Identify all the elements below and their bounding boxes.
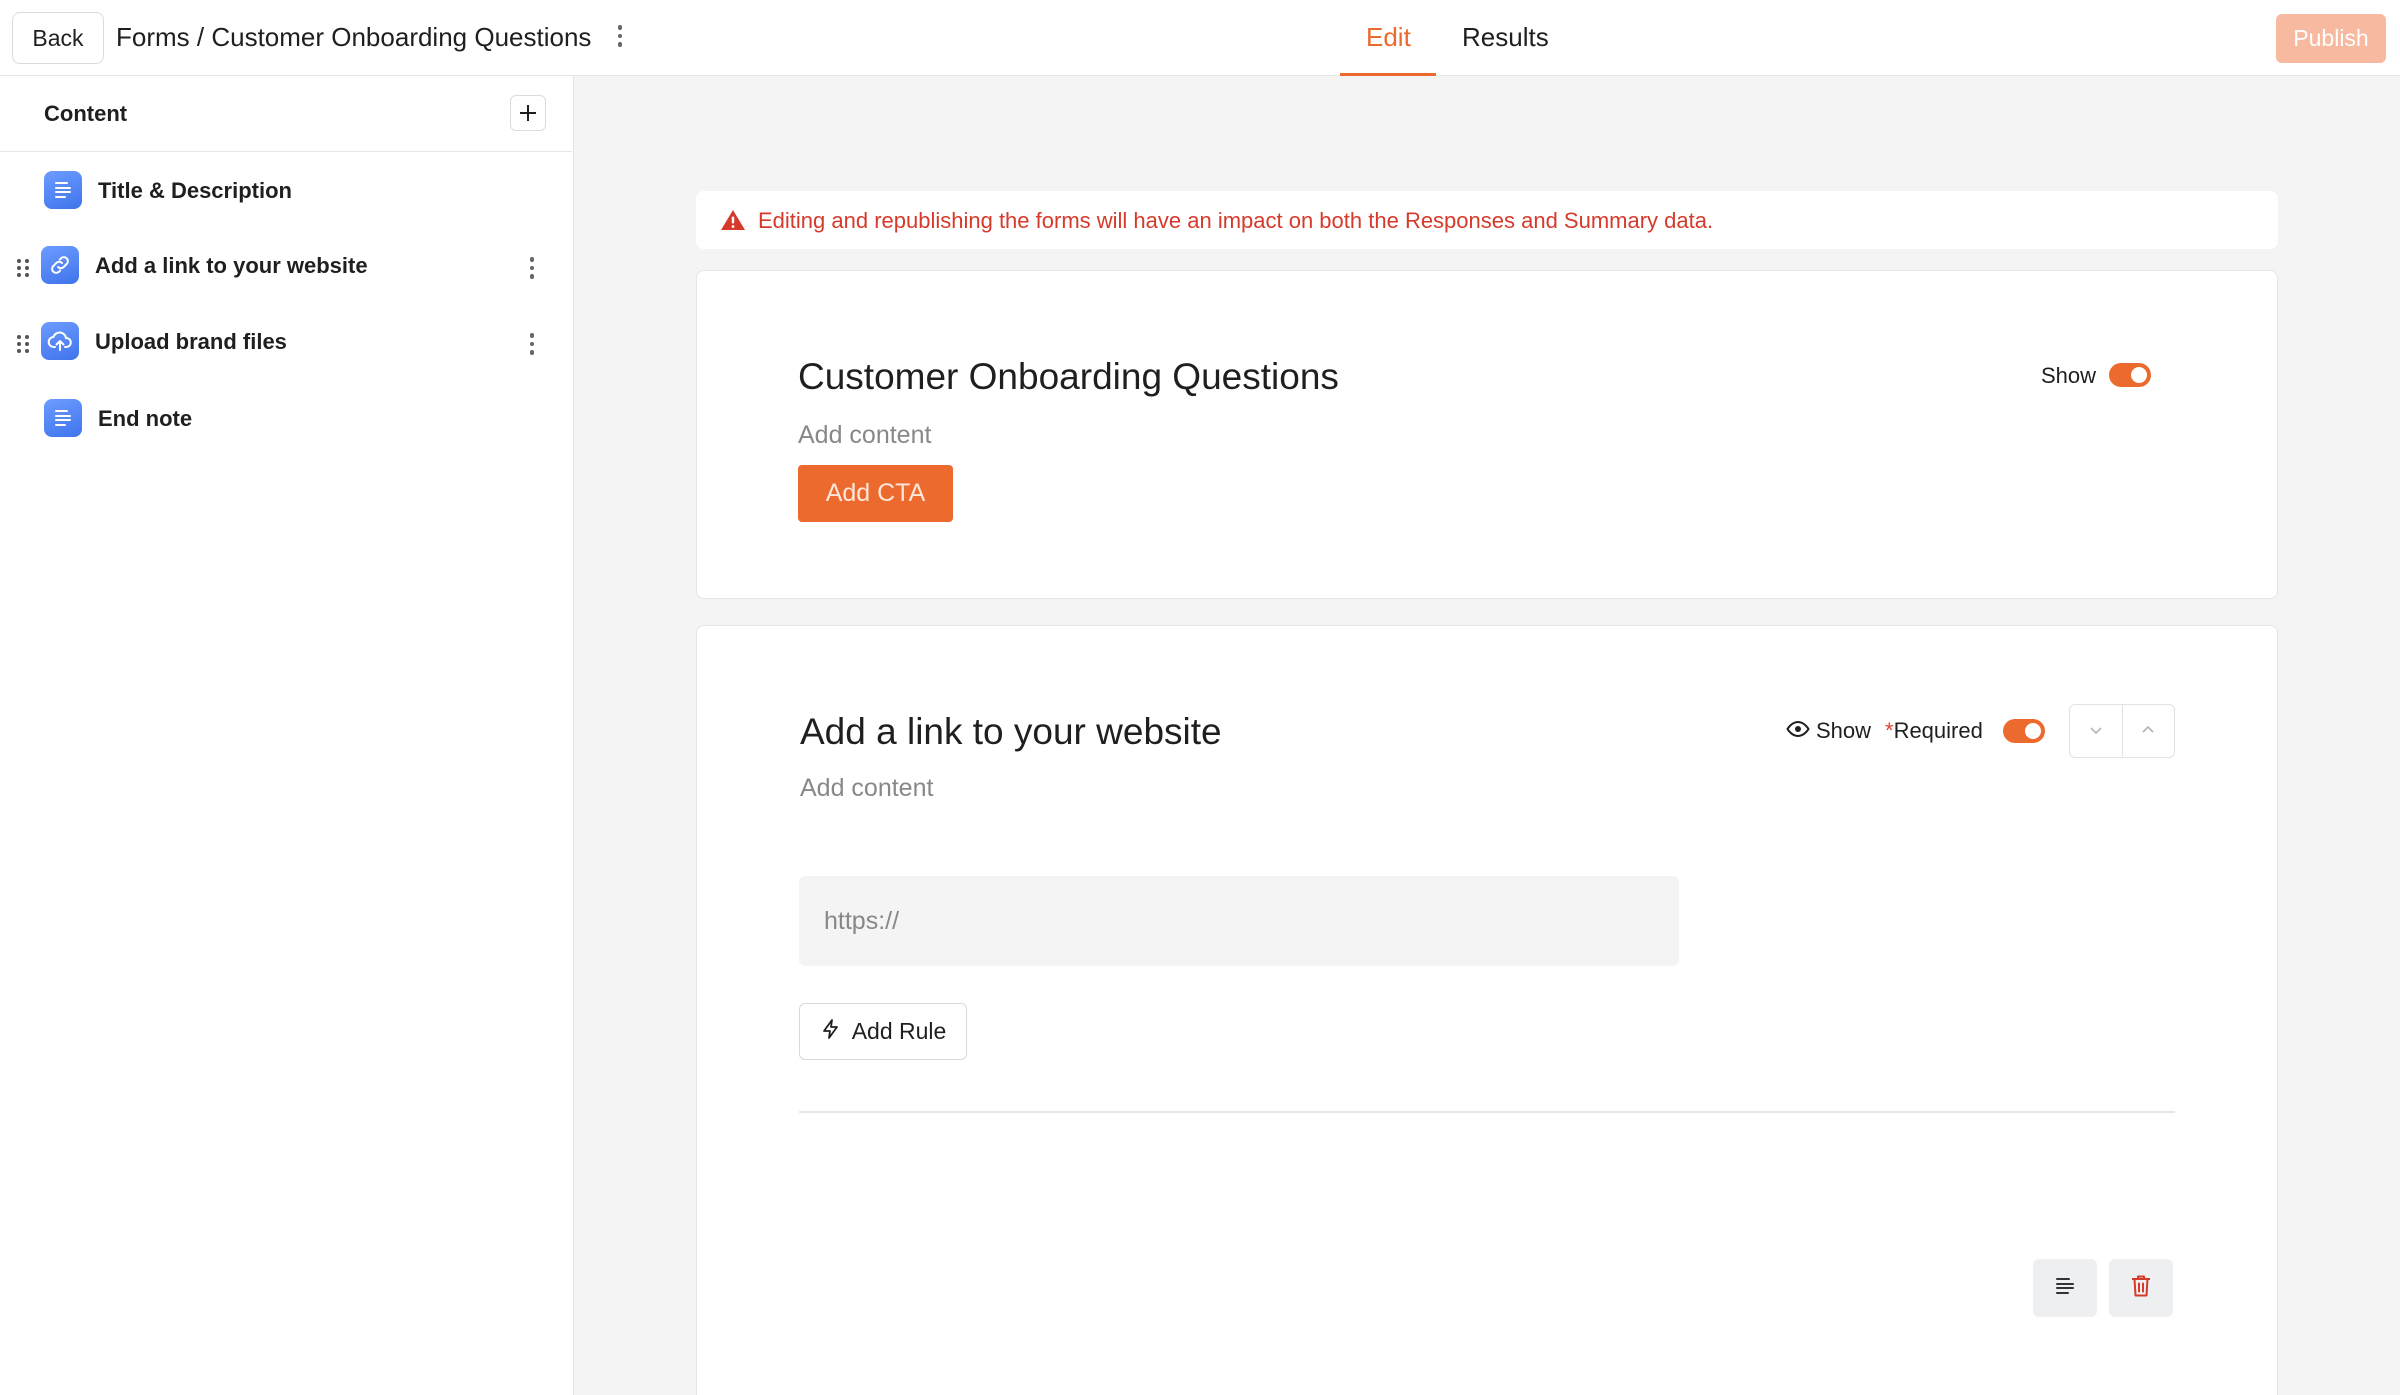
- required-text: Required: [1893, 718, 1983, 743]
- required-label: *Required: [1885, 718, 1983, 744]
- question-card: Add a link to your website Add content S…: [696, 625, 2278, 1395]
- chevron-up-icon: [2140, 722, 2156, 740]
- website-url-input[interactable]: https://: [799, 876, 1679, 966]
- lightning-icon: [820, 1018, 842, 1046]
- cloud-upload-icon: [41, 322, 79, 360]
- drag-handle-icon[interactable]: [17, 259, 29, 277]
- move-down-button[interactable]: [2070, 705, 2122, 756]
- text-align-button[interactable]: [2033, 1259, 2097, 1317]
- trash-icon: [2130, 1274, 2152, 1303]
- add-content-button[interactable]: [510, 95, 546, 131]
- sidebar-item-upload-brand-files[interactable]: Upload brand files: [0, 308, 572, 378]
- delete-question-button[interactable]: [2109, 1259, 2173, 1317]
- form-title[interactable]: Customer Onboarding Questions: [798, 356, 1339, 398]
- move-up-button[interactable]: [2121, 705, 2174, 756]
- tab-edit[interactable]: Edit: [1366, 22, 1411, 53]
- add-cta-button[interactable]: Add CTA: [798, 465, 953, 522]
- breadcrumb: Forms / Customer Onboarding Questions: [116, 22, 592, 52]
- add-rule-button[interactable]: Add Rule: [799, 1003, 967, 1060]
- warning-icon: [720, 208, 746, 237]
- text-lines-icon: [44, 399, 82, 437]
- tab-results[interactable]: Results: [1462, 22, 1549, 53]
- sidebar-item-title-description[interactable]: Title & Description: [0, 156, 572, 226]
- chevron-down-icon: [2088, 722, 2104, 740]
- active-tab-indicator: [1340, 73, 1436, 76]
- show-label: Show: [1816, 718, 1872, 743]
- eye-icon: [1786, 720, 1810, 743]
- sidebar-item-label: End note: [98, 406, 193, 431]
- item-more-options-icon[interactable]: [525, 254, 539, 282]
- publish-button[interactable]: Publish: [2276, 14, 2386, 63]
- content-sidebar: Content Title & Description Add a link t…: [0, 76, 574, 1395]
- link-icon: [41, 246, 79, 284]
- warning-message: Editing and republishing the forms will …: [758, 208, 1714, 233]
- sidebar-item-label: Upload brand files: [95, 329, 287, 354]
- drag-handle-icon[interactable]: [17, 335, 29, 353]
- form-description-field[interactable]: Add content: [798, 421, 931, 450]
- title-description-card: Customer Onboarding Questions Add conten…: [696, 270, 2278, 599]
- sidebar-item-label: Title & Description: [98, 178, 292, 203]
- back-button[interactable]: Back: [12, 12, 104, 64]
- required-star: *: [1885, 718, 1894, 743]
- item-more-options-icon[interactable]: [525, 330, 539, 358]
- text-lines-icon: [44, 171, 82, 209]
- sidebar-item-label: Add a link to your website: [95, 253, 368, 278]
- text-lines-icon: [2054, 1275, 2076, 1302]
- add-rule-label: Add Rule: [851, 1018, 947, 1044]
- sidebar-item-end-note[interactable]: End note: [0, 384, 572, 454]
- sidebar-title: Content: [44, 101, 128, 126]
- top-bar: Back Forms / Customer Onboarding Questio…: [0, 0, 2400, 76]
- required-toggle[interactable]: [2003, 719, 2045, 743]
- card-divider: [799, 1111, 2175, 1113]
- form-more-options-icon[interactable]: [614, 24, 626, 48]
- show-label: Show: [2041, 363, 2097, 388]
- warning-banner: Editing and republishing the forms will …: [696, 191, 2278, 249]
- sidebar-header: Content: [0, 76, 572, 152]
- sidebar-item-website-link[interactable]: Add a link to your website: [0, 232, 572, 302]
- question-title[interactable]: Add a link to your website: [800, 711, 1222, 753]
- show-toggle[interactable]: [2109, 363, 2151, 387]
- reorder-controls: [2069, 704, 2175, 758]
- question-description-field[interactable]: Add content: [800, 774, 933, 803]
